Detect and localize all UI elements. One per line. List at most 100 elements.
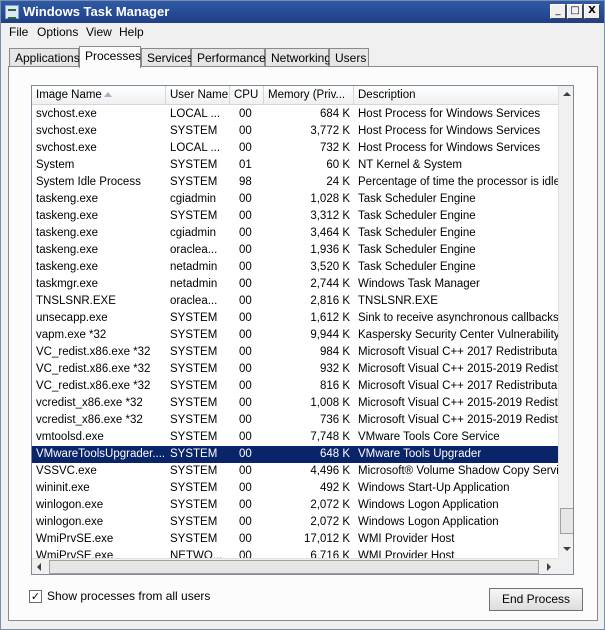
cell-cpu: 00 — [239, 482, 252, 494]
cell-user-name: cgiadmin — [170, 193, 217, 205]
menu-options[interactable]: Options — [37, 25, 78, 39]
cell-description: VMware Tools Upgrader — [358, 448, 482, 460]
table-row[interactable]: VC_redist.x86.exe *32 SYSTEM 00 816 K Micros… — [32, 378, 568, 395]
tab-performance[interactable]: Performance — [191, 48, 266, 66]
table-row[interactable]: VSSVC.exe SYSTEM 00 4,496 K Microsoft® Volum… — [32, 463, 568, 480]
table-row[interactable]: winlogon.exe SYSTEM 00 2,072 K Windows Logon… — [32, 497, 560, 514]
process-list[interactable]: Image Name User Name CPU Memory (Priv...… — [31, 85, 574, 575]
table-row[interactable]: unsecapp.exe SYSTEM 00 1,612 K Sink to recei… — [32, 310, 568, 327]
cell-description: Task Scheduler Engine — [358, 210, 476, 222]
table-row[interactable]: svchost.exe LOCAL ... 00 684 K Host Process … — [32, 106, 560, 123]
table-row[interactable]: System SYSTEM 01 60 K NT Kernel & System — [32, 157, 560, 174]
cell-cpu: 00 — [239, 363, 252, 375]
cell-memory: 1,936 K — [310, 244, 350, 256]
cell-memory: 2,072 K — [310, 516, 350, 528]
table-row[interactable]: VMwareToolsUpgrader.... SYSTEM 00 648 K VMwa… — [32, 446, 560, 463]
table-row[interactable]: taskeng.exe cgiadmin 00 1,028 K Task Schedul… — [32, 191, 560, 208]
cell-memory: 684 K — [319, 108, 350, 120]
cell-image-name: winlogon.exe — [36, 499, 104, 511]
cell-image-name: VC_redist.x86.exe *32 — [36, 346, 151, 358]
tab-networking[interactable]: Networking — [265, 48, 331, 66]
cell-description: Windows Logon Application — [358, 499, 499, 511]
table-row[interactable]: System Idle Process SYSTEM 98 24 K Percentag… — [32, 174, 560, 191]
table-row[interactable]: TNSLSNR.EXE oraclea... 00 2,816 K TNSLSNR.EX… — [32, 293, 560, 310]
task-manager-window: Windows Task Manager _ □ X File Options … — [0, 0, 605, 630]
cell-description: Task Scheduler Engine — [358, 227, 476, 239]
column-description[interactable]: Description — [354, 86, 573, 104]
cell-cpu: 01 — [239, 159, 252, 171]
scroll-up-button[interactable] — [559, 86, 573, 102]
scroll-down-button[interactable] — [559, 541, 573, 557]
cell-description: Microsoft Visual C++ 2015-2019 Redistrib… — [358, 363, 568, 375]
maximize-button[interactable]: □ — [567, 4, 583, 19]
table-row[interactable]: vcredist_x86.exe *32 SYSTEM 00 736 K Microso… — [32, 412, 568, 429]
cell-image-name: vmtoolsd.exe — [36, 431, 104, 443]
table-row[interactable]: winlogon.exe SYSTEM 00 2,072 K Windows Logon… — [32, 514, 560, 531]
table-row[interactable]: taskeng.exe SYSTEM 00 3,312 K Task Scheduler… — [32, 208, 560, 225]
cell-user-name: SYSTEM — [170, 499, 218, 511]
vertical-scroll-thumb[interactable] — [560, 508, 573, 534]
table-row[interactable]: taskeng.exe oraclea... 00 1,936 K Task Sched… — [32, 242, 560, 259]
table-row[interactable]: taskeng.exe cgiadmin 00 3,464 K Task Schedul… — [32, 225, 560, 242]
cell-memory: 4,496 K — [310, 465, 350, 477]
cell-cpu: 00 — [239, 210, 252, 222]
cell-memory: 2,072 K — [310, 499, 350, 511]
table-row[interactable]: WmiPrvSE.exe SYSTEM 00 17,012 K WMI Provider… — [32, 531, 560, 548]
scroll-right-button[interactable] — [541, 559, 557, 574]
cell-description: TNSLSNR.EXE — [358, 295, 438, 307]
table-row[interactable]: vmtoolsd.exe SYSTEM 00 7,748 K VMware Tools … — [32, 429, 560, 446]
menu-view[interactable]: View — [86, 25, 112, 39]
cell-user-name: netadmin — [170, 261, 218, 273]
tab-applications[interactable]: Applications — [9, 48, 80, 66]
menu-file[interactable]: File — [9, 25, 28, 39]
horizontal-scroll-thumb[interactable] — [49, 560, 539, 574]
close-button[interactable]: X — [584, 4, 600, 19]
column-user-name[interactable]: User Name — [166, 86, 230, 104]
table-row[interactable]: vcredist_x86.exe *32 SYSTEM 00 1,008 K Micro… — [32, 395, 568, 412]
cell-cpu: 00 — [239, 516, 252, 528]
tab-users[interactable]: Users — [329, 48, 369, 66]
cell-image-name: svchost.exe — [36, 108, 97, 120]
table-row[interactable]: wininit.exe SYSTEM 00 492 K Windows Start-Up… — [32, 480, 560, 497]
cell-user-name: SYSTEM — [170, 533, 218, 545]
column-memory[interactable]: Memory (Priv... — [264, 86, 354, 104]
cell-image-name: svchost.exe — [36, 125, 97, 137]
title-bar[interactable]: Windows Task Manager _ □ X — [1, 1, 604, 23]
cell-cpu: 00 — [239, 499, 252, 511]
table-row[interactable]: taskmgr.exe netadmin 00 2,744 K Windows Task… — [32, 276, 560, 293]
cell-description: Windows Logon Application — [358, 516, 499, 528]
table-row[interactable]: taskeng.exe netadmin 00 3,520 K Task Schedul… — [32, 259, 560, 276]
cell-user-name: SYSTEM — [170, 363, 218, 375]
table-row[interactable]: VC_redist.x86.exe *32 SYSTEM 00 932 K Micros… — [32, 361, 568, 378]
cell-user-name: SYSTEM — [170, 448, 218, 460]
end-process-button[interactable]: End Process — [489, 588, 583, 611]
menu-help[interactable]: Help — [119, 25, 144, 39]
cell-image-name: taskeng.exe — [36, 193, 99, 205]
cell-cpu: 00 — [239, 465, 252, 477]
scroll-right-icon — [547, 563, 551, 571]
cell-user-name: cgiadmin — [170, 227, 217, 239]
menu-bar: File Options View Help — [1, 23, 604, 41]
table-row[interactable]: svchost.exe SYSTEM 00 3,772 K Host Process f… — [32, 123, 560, 140]
cell-memory: 1,028 K — [310, 193, 350, 205]
cell-description: Windows Start-Up Application — [358, 482, 510, 494]
cell-cpu: 00 — [239, 227, 252, 239]
vertical-scrollbar[interactable] — [558, 86, 573, 558]
cell-image-name: taskeng.exe — [36, 210, 99, 222]
cell-image-name: svchost.exe — [36, 142, 97, 154]
table-row[interactable]: vapm.exe *32 SYSTEM 00 9,944 K Kaspersky Sec… — [32, 327, 568, 344]
show-all-users-checkbox[interactable]: ✓ — [29, 590, 42, 603]
tab-services[interactable]: Services — [141, 48, 193, 66]
tab-processes[interactable]: Processes — [79, 46, 141, 68]
cell-memory: 932 K — [319, 363, 350, 375]
cell-description: Microsoft Visual C++ 2015-2019 Redistrib… — [358, 414, 568, 426]
column-cpu[interactable]: CPU — [230, 86, 264, 104]
table-row[interactable]: svchost.exe LOCAL ... 00 732 K Host Process … — [32, 140, 560, 157]
scroll-left-button[interactable] — [32, 559, 48, 574]
minimize-button[interactable]: _ — [550, 4, 566, 19]
horizontal-scrollbar[interactable] — [32, 558, 558, 574]
cell-cpu: 00 — [239, 397, 252, 409]
tab-strip: Applications Processes Services Performa… — [9, 46, 599, 68]
column-image-name[interactable]: Image Name — [32, 86, 166, 104]
table-row[interactable]: VC_redist.x86.exe *32 SYSTEM 00 984 K Micros… — [32, 344, 568, 361]
